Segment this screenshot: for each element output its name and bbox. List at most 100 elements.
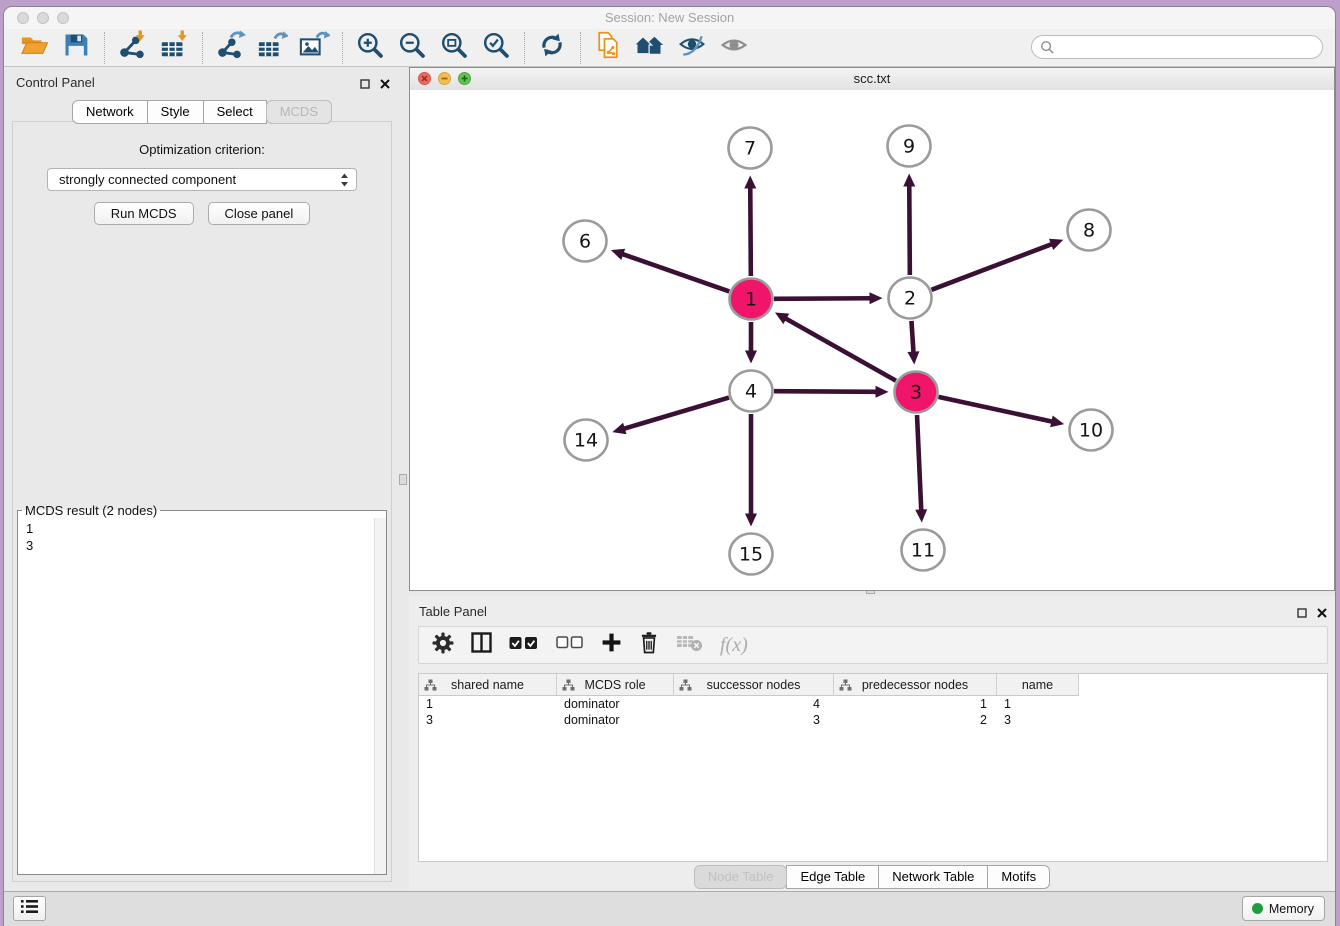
table-cell: dominator [557, 712, 674, 728]
node-table[interactable]: shared name MCDS rolesuccessor nodesprede… [418, 673, 1328, 862]
search-input[interactable] [1060, 37, 1314, 59]
home-button[interactable] [632, 32, 668, 64]
import-table-button[interactable] [156, 32, 192, 64]
save-session-button[interactable] [58, 32, 94, 64]
mcds-panel: Optimization criterion: strongly connect… [12, 121, 392, 882]
vertical-splitter-handle[interactable] [399, 474, 407, 485]
refresh-view-button[interactable] [534, 32, 570, 64]
criterion-dropdown-value: strongly connected component [59, 172, 236, 187]
table-row[interactable]: 3dominator323 [419, 712, 1327, 728]
close-panel-button[interactable]: Close panel [208, 202, 311, 225]
memory-label: Memory [1269, 902, 1314, 916]
delete-column-button[interactable] [639, 631, 659, 659]
deselect-all-columns-button[interactable] [556, 636, 584, 654]
graph-edge-2-9[interactable] [909, 184, 910, 275]
graph-edge-arrowhead [869, 292, 882, 304]
tab-node-table[interactable]: Node Table [694, 865, 788, 889]
table-cell: 1 [419, 696, 557, 712]
graph-node-label: 10 [1079, 420, 1103, 442]
graph-edge-1-6[interactable] [621, 254, 729, 292]
float-panel-icon[interactable] [360, 76, 370, 94]
titlebar: Session: New Session [4, 7, 1335, 30]
import-network-icon [116, 30, 148, 65]
select-all-columns-button[interactable] [509, 636, 539, 655]
column-header-name[interactable]: name [997, 674, 1079, 696]
table-settings-button[interactable] [432, 632, 454, 659]
zoom-in-button[interactable] [352, 32, 388, 64]
delete-table-icon [676, 639, 703, 656]
tab-style[interactable]: Style [147, 100, 204, 124]
show-graphics-details-button[interactable] [716, 32, 752, 64]
add-column-button[interactable] [601, 632, 622, 658]
column-header-predecessor-nodes[interactable]: predecessor nodes [834, 674, 997, 696]
zoom-fit-button[interactable] [436, 32, 472, 64]
close-table-panel-icon[interactable] [1317, 605, 1327, 623]
export-table-button[interactable] [254, 32, 290, 64]
table-cell: 3 [997, 712, 1079, 728]
close-panel-icon[interactable] [380, 76, 390, 94]
criterion-dropdown[interactable]: strongly connected component [47, 168, 357, 191]
graph-edge-3-1[interactable] [785, 318, 896, 381]
export-network-button[interactable] [212, 32, 248, 64]
column-header-mcds-role[interactable]: MCDS role [557, 674, 674, 696]
import-table-icon [158, 30, 190, 65]
table-cell: 1 [997, 696, 1079, 712]
graph-edge-arrowhead [1050, 416, 1064, 428]
graph-edge-arrowhead [612, 423, 626, 435]
graph-edge-1-2[interactable] [774, 298, 872, 299]
column-header-shared-name[interactable]: shared name [419, 674, 557, 696]
zoom-out-button[interactable] [394, 32, 430, 64]
run-mcds-button[interactable]: Run MCDS [94, 202, 194, 225]
hide-graphics-details-button[interactable] [674, 32, 710, 64]
graph-edge-3-11[interactable] [917, 415, 921, 512]
table-panel-tabs: Node TableEdge TableNetwork TableMotifs [409, 865, 1335, 889]
graph-node-label: 2 [904, 288, 916, 310]
tab-edge-table[interactable]: Edge Table [786, 865, 879, 889]
toolbar-separator [202, 32, 204, 64]
open-session-button[interactable] [16, 32, 52, 64]
column-header-successor-nodes[interactable]: successor nodes [674, 674, 834, 696]
toolbar-separator [342, 32, 344, 64]
graph-edge-4-3[interactable] [774, 391, 878, 392]
graph-node-label: 15 [739, 544, 763, 566]
optimization-criterion-label: Optimization criterion: [13, 142, 391, 157]
tab-select[interactable]: Select [203, 100, 267, 124]
graph-edge-2-8[interactable] [932, 244, 1054, 290]
tab-motifs[interactable]: Motifs [987, 865, 1050, 889]
mcds-result-line: 1 [26, 520, 366, 537]
graph-edge-4-14[interactable] [623, 398, 729, 429]
float-table-panel-icon[interactable] [1297, 605, 1307, 623]
unchecked-boxes-icon [556, 636, 584, 653]
mcds-result-scrollbar[interactable] [374, 518, 386, 874]
column-header-label: shared name [451, 678, 524, 692]
zoom-selected-button[interactable] [478, 32, 514, 64]
graph-edge-1-7[interactable] [750, 186, 751, 276]
import-network-button[interactable] [114, 32, 150, 64]
graph-node-label: 4 [745, 381, 757, 403]
memory-button[interactable]: Memory [1242, 896, 1325, 921]
tab-mcds[interactable]: MCDS [266, 100, 332, 124]
task-history-button[interactable] [13, 896, 46, 921]
network-window-title: scc.txt [410, 71, 1334, 86]
network-canvas-svg: 7968124314101511 [410, 90, 1334, 590]
tab-network[interactable]: Network [72, 100, 148, 124]
graph-edge-2-3[interactable] [911, 321, 913, 354]
plus-icon [601, 640, 622, 657]
graph-node-label: 9 [903, 136, 915, 158]
graph-edge-3-10[interactable] [938, 397, 1053, 422]
network-from-file-button[interactable] [590, 32, 626, 64]
export-image-button[interactable] [296, 32, 332, 64]
table-row[interactable]: 1dominator411 [419, 696, 1327, 712]
mcds-result-title: MCDS result (2 nodes) [22, 503, 160, 518]
checked-boxes-icon [509, 637, 539, 654]
mcds-result-line: 3 [26, 537, 366, 554]
save-floppy-icon [62, 31, 90, 64]
network-window-titlebar[interactable]: scc.txt [410, 68, 1334, 91]
split-view-button[interactable] [471, 632, 492, 658]
search-field[interactable] [1031, 35, 1323, 59]
graph-edge-arrowhead [907, 351, 919, 364]
graph-node-label: 14 [574, 430, 598, 452]
network-canvas[interactable]: 7968124314101511 [410, 90, 1334, 590]
toolbar-separator [104, 32, 106, 64]
tab-network-table[interactable]: Network Table [878, 865, 988, 889]
